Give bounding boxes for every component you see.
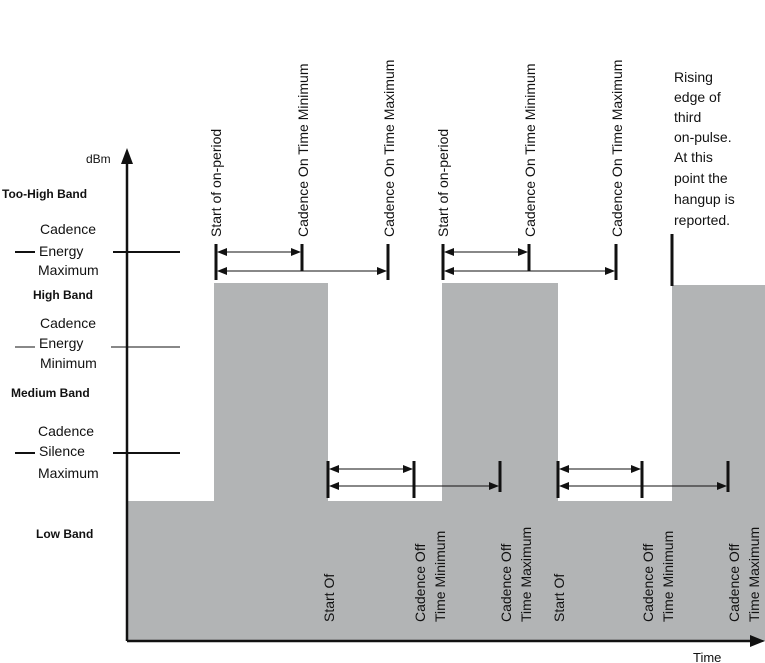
off-min-label: Time Minimum <box>660 531 676 622</box>
svg-text:Silence: Silence <box>39 443 85 459</box>
band-medium: Medium Band <box>11 386 90 400</box>
svg-text:hangup is: hangup is <box>674 191 735 207</box>
svg-text:Cadence: Cadence <box>40 221 96 237</box>
y-axis-arrow-icon <box>121 148 133 164</box>
svg-text:edge of: edge of <box>674 89 721 105</box>
threshold-silence-max-label: Cadence Silence Maximum <box>38 423 99 481</box>
svg-text:on-pulse.: on-pulse. <box>674 129 732 145</box>
threshold-energy-min-label: Cadence Energy Minimum <box>39 315 97 371</box>
svg-text:Maximum: Maximum <box>38 262 99 278</box>
y-axis-label: dBm <box>86 152 111 166</box>
off-max-label: Time Maximum <box>746 527 762 622</box>
off-min-label: Time Minimum <box>432 531 448 622</box>
off-min-label: Cadence Off <box>640 544 656 622</box>
band-high: High Band <box>33 288 93 302</box>
svg-text:Minimum: Minimum <box>40 355 97 371</box>
svg-text:Rising: Rising <box>674 69 713 85</box>
off-max-label: Cadence Off <box>498 544 514 622</box>
cadence-diagram: dBm Time Cadence Energy Maximum Cadence … <box>2 60 765 663</box>
on-start-label: Start of on-period <box>208 129 224 237</box>
threshold-energy-max-label: Cadence Energy Maximum <box>38 221 99 278</box>
x-axis-label: Time <box>693 650 721 663</box>
svg-text:point the: point the <box>674 170 728 186</box>
on-min-label: Cadence On Time Minimum <box>522 63 538 237</box>
band-low: Low Band <box>36 527 93 541</box>
off-start-label: Start Of <box>551 574 567 622</box>
svg-text:Cadence: Cadence <box>40 315 96 331</box>
svg-text:Cadence: Cadence <box>38 423 94 439</box>
off-max-label: Cadence Off <box>726 544 742 622</box>
svg-text:Maximum: Maximum <box>38 465 99 481</box>
svg-text:third: third <box>674 109 701 125</box>
hangup-note: Rising edge of third on-pulse. At this p… <box>674 69 735 228</box>
svg-text:reported.: reported. <box>674 212 730 228</box>
svg-text:Energy: Energy <box>39 335 83 351</box>
off-max-label: Time Maximum <box>518 527 534 622</box>
off-min-label: Cadence Off <box>412 544 428 622</box>
on-max-label: Cadence On Time Maximum <box>609 60 625 237</box>
on-min-label: Cadence On Time Minimum <box>295 63 311 237</box>
off-start-label: Start Of <box>321 574 337 622</box>
svg-text:At this: At this <box>674 149 713 165</box>
band-too-high: Too-High Band <box>2 187 87 201</box>
on-start-label: Start of on-period <box>435 129 451 237</box>
on-max-label: Cadence On Time Maximum <box>381 60 397 237</box>
svg-text:Energy: Energy <box>39 243 83 259</box>
